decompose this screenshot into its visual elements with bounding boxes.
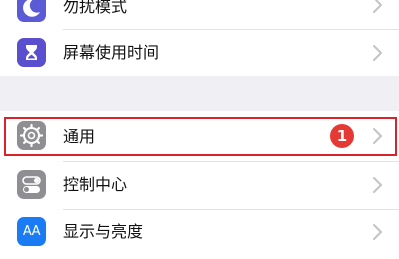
settings-group-top: 勿扰模式 屏幕使用时间 [0,0,399,76]
settings-label: 控制中心 [63,175,128,194]
chevron-right-icon [373,224,382,240]
chevron-right-icon [373,0,382,13]
gear-icon [17,121,46,150]
settings-row-control-center[interactable]: 控制中心 [0,162,399,209]
settings-row-screen-time[interactable]: 屏幕使用时间 [0,30,399,76]
settings-label: 勿扰模式 [63,0,128,16]
switches-icon [17,170,46,199]
settings-label: 屏幕使用时间 [63,43,160,62]
notification-badge: 1 [330,124,354,148]
chevron-right-icon [373,128,382,144]
settings-label: 通用 [63,127,96,146]
settings-row-general[interactable]: 通用 1 [0,111,399,161]
aa-icon: AA [17,217,46,246]
aa-icon-text: AA [22,224,41,239]
settings-row-display-brightness[interactable]: AA 显示与亮度 [0,210,399,259]
settings-label: 显示与亮度 [63,222,144,241]
chevron-right-icon [373,177,382,193]
moon-icon [17,0,46,22]
settings-row-do-not-disturb[interactable]: 勿扰模式 [0,0,399,30]
chevron-right-icon [373,45,382,61]
settings-group-bottom: 通用 1 控制中心 AA 显示与亮度 [0,111,399,259]
hourglass-icon [17,38,46,67]
